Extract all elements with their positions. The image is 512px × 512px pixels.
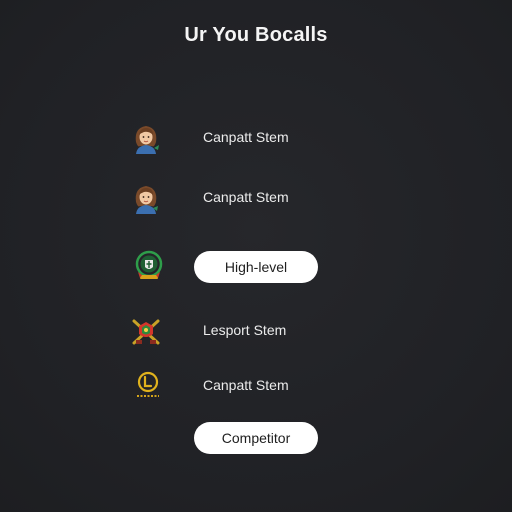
list-item[interactable]: Canpatt Stem	[128, 368, 388, 404]
list-item-label: Canpatt Stem	[203, 189, 289, 205]
crossed-swords-badge-icon	[132, 319, 160, 345]
list-item[interactable]: Canpatt Stem	[128, 120, 388, 156]
high-level-button[interactable]: High-level	[194, 251, 318, 283]
list-item[interactable]: Lesport Stem	[128, 313, 388, 349]
list-item-label: Lesport Stem	[203, 322, 287, 338]
green-shield-badge-icon	[135, 250, 163, 279]
list-item-label: Canpatt Stem	[203, 129, 289, 145]
woman-avatar-icon	[135, 186, 158, 214]
competitor-button[interactable]: Competitor	[194, 422, 318, 454]
list-item[interactable]: Canpatt Stem	[128, 180, 388, 216]
gold-emblem-icon	[137, 371, 159, 397]
page-title: Ur You Bocalls	[184, 24, 328, 46]
woman-avatar-icon	[135, 126, 159, 154]
list-item-label: Canpatt Stem	[203, 377, 289, 393]
